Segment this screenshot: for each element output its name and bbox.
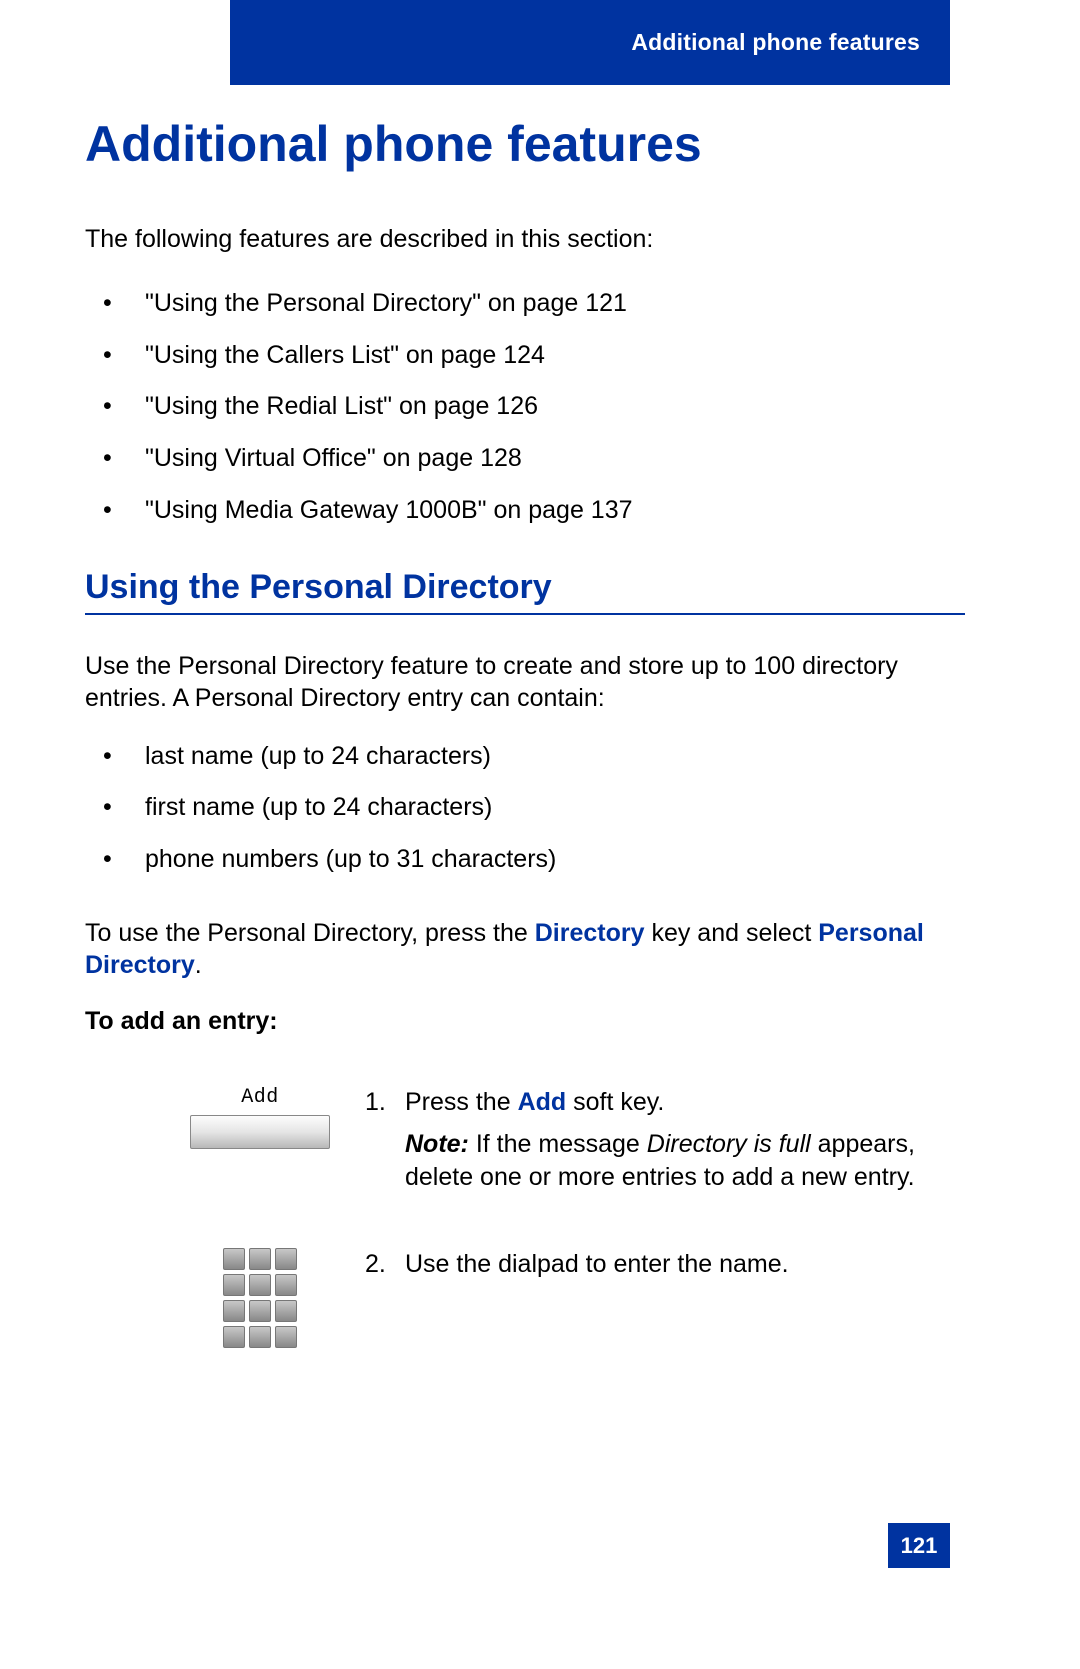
- step-2-number: 2.: [365, 1248, 405, 1281]
- toc-list: "Using the Personal Directory" on page 1…: [85, 287, 965, 528]
- dialpad-key: [223, 1326, 245, 1348]
- step-1-prefix: Press the: [405, 1088, 518, 1116]
- step-1-row: Add 1. Press the Add soft key. Note: If …: [85, 1086, 965, 1194]
- howto-prefix: To use the Personal Directory, press the: [85, 919, 535, 947]
- step-2-body: Use the dialpad to enter the name.: [405, 1248, 965, 1281]
- section-intro: Use the Personal Directory feature to cr…: [85, 650, 965, 715]
- dialpad-key: [275, 1300, 297, 1322]
- step-1-number: 1.: [365, 1086, 405, 1119]
- dialpad-key: [223, 1274, 245, 1296]
- note-prefix: If the message: [469, 1130, 647, 1158]
- dialpad-key: [249, 1248, 271, 1270]
- dialpad-key: [249, 1300, 271, 1322]
- dialpad-key: [275, 1248, 297, 1270]
- howto-mid: key and select: [645, 919, 819, 947]
- step-1-text: 1. Press the Add soft key. Note: If the …: [365, 1086, 965, 1194]
- dialpad-key: [249, 1274, 271, 1296]
- dialpad-key: [223, 1248, 245, 1270]
- note-label: Note:: [405, 1130, 469, 1158]
- howto-term-directory: Directory: [535, 919, 645, 947]
- step-1-suffix: soft key.: [566, 1088, 664, 1116]
- intro-text: The following features are described in …: [85, 223, 965, 257]
- field-item: last name (up to 24 characters): [85, 740, 965, 774]
- howto-text: To use the Personal Directory, press the…: [85, 917, 965, 982]
- step-2-row: 2. Use the dialpad to enter the name.: [85, 1248, 965, 1348]
- step-1-icon-col: Add: [85, 1086, 365, 1149]
- dialpad-icon: [223, 1248, 297, 1348]
- softkey-button-icon: [190, 1115, 330, 1149]
- step-1-term-add: Add: [518, 1088, 567, 1116]
- dialpad-key: [275, 1274, 297, 1296]
- step-2-text: 2. Use the dialpad to enter the name.: [365, 1248, 965, 1281]
- running-header-text: Additional phone features: [631, 29, 920, 56]
- running-header: Additional phone features: [230, 0, 950, 85]
- page-number: 121: [888, 1523, 950, 1568]
- toc-item: "Using Virtual Office" on page 128: [85, 442, 965, 476]
- field-item: first name (up to 24 characters): [85, 791, 965, 825]
- field-list: last name (up to 24 characters) first na…: [85, 740, 965, 877]
- section-heading: Using the Personal Directory: [85, 568, 965, 615]
- note-message: Directory is full: [647, 1130, 811, 1158]
- step-2-icon-col: [85, 1248, 365, 1348]
- step-1-note: Note: If the message Directory is full a…: [365, 1128, 965, 1193]
- dialpad-key: [223, 1300, 245, 1322]
- howto-suffix: .: [195, 951, 202, 979]
- page-content: Additional phone features The following …: [85, 115, 965, 1403]
- page-title: Additional phone features: [85, 115, 965, 173]
- toc-item: "Using Media Gateway 1000B" on page 137: [85, 494, 965, 528]
- step-1-body: Press the Add soft key.: [405, 1086, 965, 1119]
- toc-item: "Using the Personal Directory" on page 1…: [85, 287, 965, 321]
- dialpad-key: [249, 1326, 271, 1348]
- toc-item: "Using the Callers List" on page 124: [85, 339, 965, 373]
- toc-item: "Using the Redial List" on page 126: [85, 390, 965, 424]
- field-item: phone numbers (up to 31 characters): [85, 843, 965, 877]
- page-number-value: 121: [901, 1533, 938, 1559]
- task-heading: To add an entry:: [85, 1007, 965, 1036]
- dialpad-key: [275, 1326, 297, 1348]
- softkey-label-add: Add: [241, 1086, 279, 1109]
